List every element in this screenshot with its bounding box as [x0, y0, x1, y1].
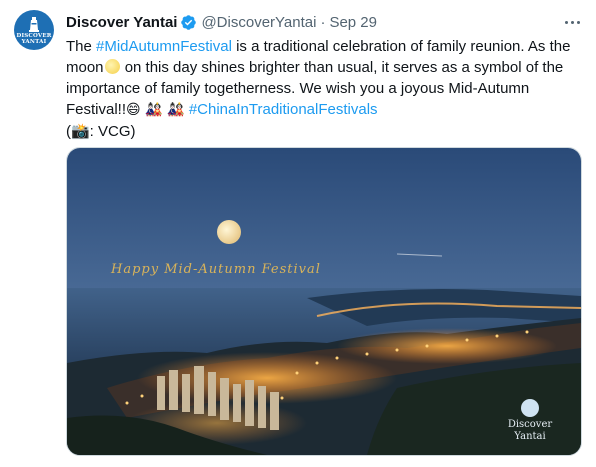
hashtag-chinaintraditionalfestivals[interactable]: #ChinaInTraditionalFestivals	[189, 101, 378, 118]
image-watermark: Discover Yantai	[495, 399, 565, 443]
full-moon-emoji	[104, 59, 120, 74]
emoji-group: 😄 🎎 🎎	[126, 102, 189, 118]
watermark-line-2: Yantai	[514, 431, 546, 442]
verified-badge-icon[interactable]	[180, 14, 197, 31]
lighthouse-logo-icon	[29, 16, 39, 32]
tweet-text: The #MidAutumnFestival is a traditional …	[66, 36, 586, 142]
display-name[interactable]: Discover Yantai	[66, 14, 177, 31]
tweet-header: Discover Yantai @DiscoverYantai · Sep 29	[66, 12, 377, 32]
watermark-line-1: Discover	[507, 419, 553, 430]
image-caption: Happy Mid-Autumn Festival	[111, 262, 321, 277]
user-handle[interactable]: @DiscoverYantai	[201, 14, 316, 31]
more-options-icon[interactable]	[561, 12, 583, 32]
tweet-date[interactable]: Sep 29	[329, 14, 377, 31]
hashtag-midautumnfestival[interactable]: #MidAutumnFestival	[96, 38, 232, 55]
avatar-text-2: YANTAI	[21, 38, 47, 45]
watermark-logo-icon	[521, 399, 539, 417]
tweet-image[interactable]: Happy Mid-Autumn Festival Discover Yanta…	[66, 147, 582, 456]
separator-dot: ·	[320, 13, 326, 31]
avatar[interactable]: DISCOVER YANTAI	[14, 10, 54, 50]
text-segment: The	[66, 38, 97, 55]
tweet-card[interactable]: DISCOVER YANTAI Discover Yantai @Discove…	[0, 0, 596, 467]
photo-credit: (📸: VCG)	[66, 123, 136, 140]
